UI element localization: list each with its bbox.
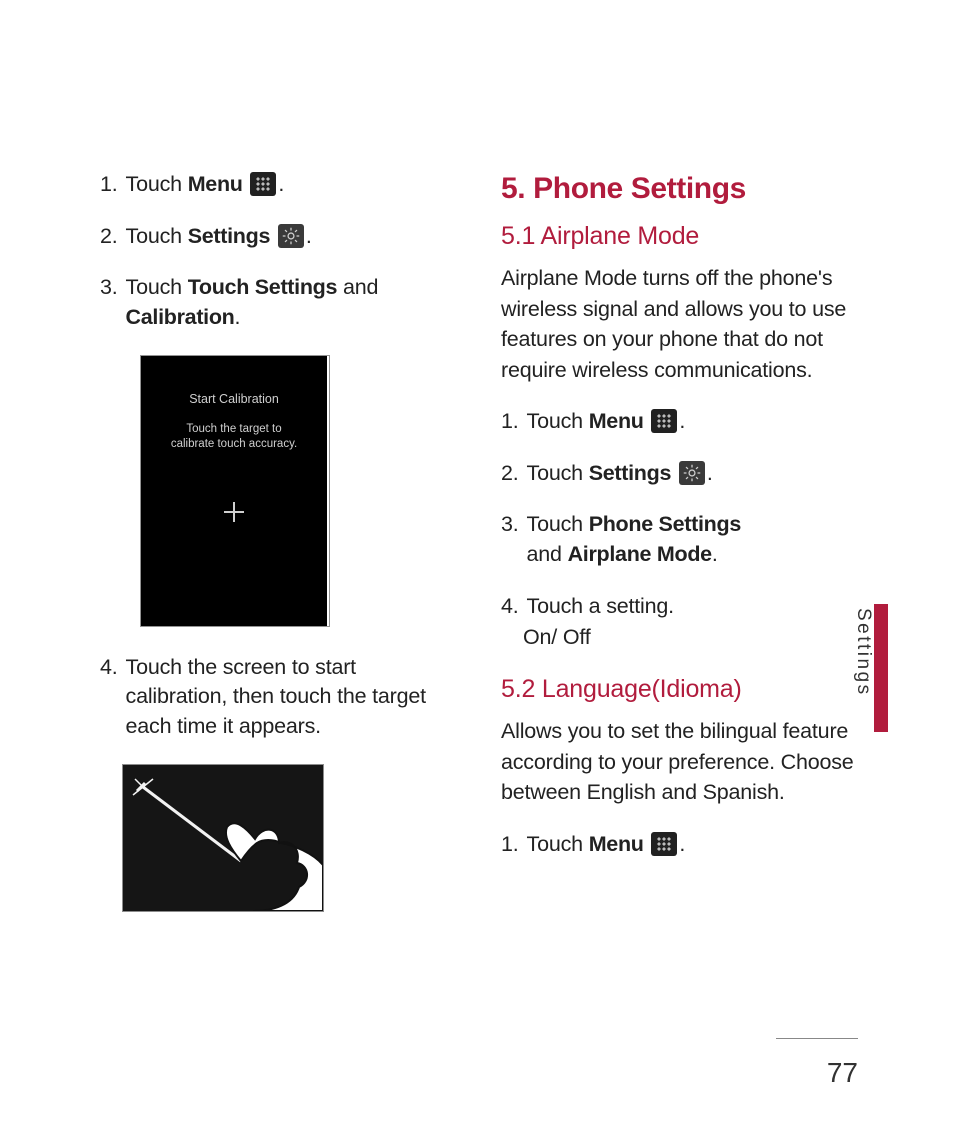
step-number: 4. [501,592,519,622]
two-column-layout: 1. Touch Menu . 2. Touch Settings . [100,170,854,922]
step-text: Touch Menu . [126,170,453,200]
side-tab: Settings [852,608,874,697]
step-4: 4. Touch the screen to start calibration… [100,653,453,742]
left-column: 1. Touch Menu . 2. Touch Settings . [100,170,457,922]
manual-page: 1. Touch Menu . 2. Touch Settings . [0,0,954,1145]
subsection-heading: 5.2 Language(Idioma) [501,675,854,704]
menu-grid-icon [651,409,677,433]
page-number: 77 [827,1057,858,1089]
menu-grid-icon [651,832,677,856]
stylus-hand-image [122,764,324,912]
step-text: Touch Touch Settings and Calibration. [126,273,453,332]
step-text: Touch a setting. [527,592,854,622]
step-1: 1. Touch Menu . [501,407,854,437]
calibration-screenshot: Start Calibration Touch the target to ca… [140,355,330,627]
step-number: 1. [501,830,519,860]
step-number: 1. [100,170,118,200]
settings-gear-icon [679,461,705,485]
step-text: Touch Settings . [527,459,854,489]
step-text: Touch Settings . [126,222,453,252]
right-column: 5. Phone Settings 5.1 Airplane Mode Airp… [497,170,854,922]
side-tab-bar [874,604,888,732]
step-1: 1. Touch Menu . [100,170,453,200]
step-2: 2. Touch Settings . [501,459,854,489]
step-text: Touch Phone Settings and Airplane Mode. [527,510,854,569]
step-3: 3. Touch Touch Settings and Calibration. [100,273,453,332]
side-tab-label: Settings [852,608,874,697]
calibration-title: Start Calibration [141,392,327,406]
step-number: 3. [501,510,519,569]
page-number-rule [776,1038,858,1039]
step-4: 4. Touch a setting. [501,592,854,622]
step-3: 3. Touch Phone Settings and Airplane Mod… [501,510,854,569]
step-4-options: On/ Off [523,623,854,653]
paragraph: Allows you to set the bilingual feature … [501,716,854,808]
step-number: 2. [100,222,118,252]
step-number: 2. [501,459,519,489]
step-text: Touch Menu . [527,407,854,437]
step-text: Touch Menu . [527,830,854,860]
menu-grid-icon [250,172,276,196]
section-heading: 5. Phone Settings [501,172,854,206]
step-number: 1. [501,407,519,437]
step-number: 4. [100,653,118,742]
step-2: 2. Touch Settings . [100,222,453,252]
calibration-instruction: Touch the target to calibrate touch accu… [141,422,327,453]
paragraph: Airplane Mode turns off the phone's wire… [501,263,854,385]
step-1: 1. Touch Menu . [501,830,854,860]
calibration-screen: Start Calibration Touch the target to ca… [141,356,327,626]
calibration-target-icon [224,502,244,522]
step-text: Touch the screen to start calibration, t… [126,653,453,742]
subsection-heading: 5.1 Airplane Mode [501,222,854,251]
settings-gear-icon [278,224,304,248]
step-number: 3. [100,273,118,332]
